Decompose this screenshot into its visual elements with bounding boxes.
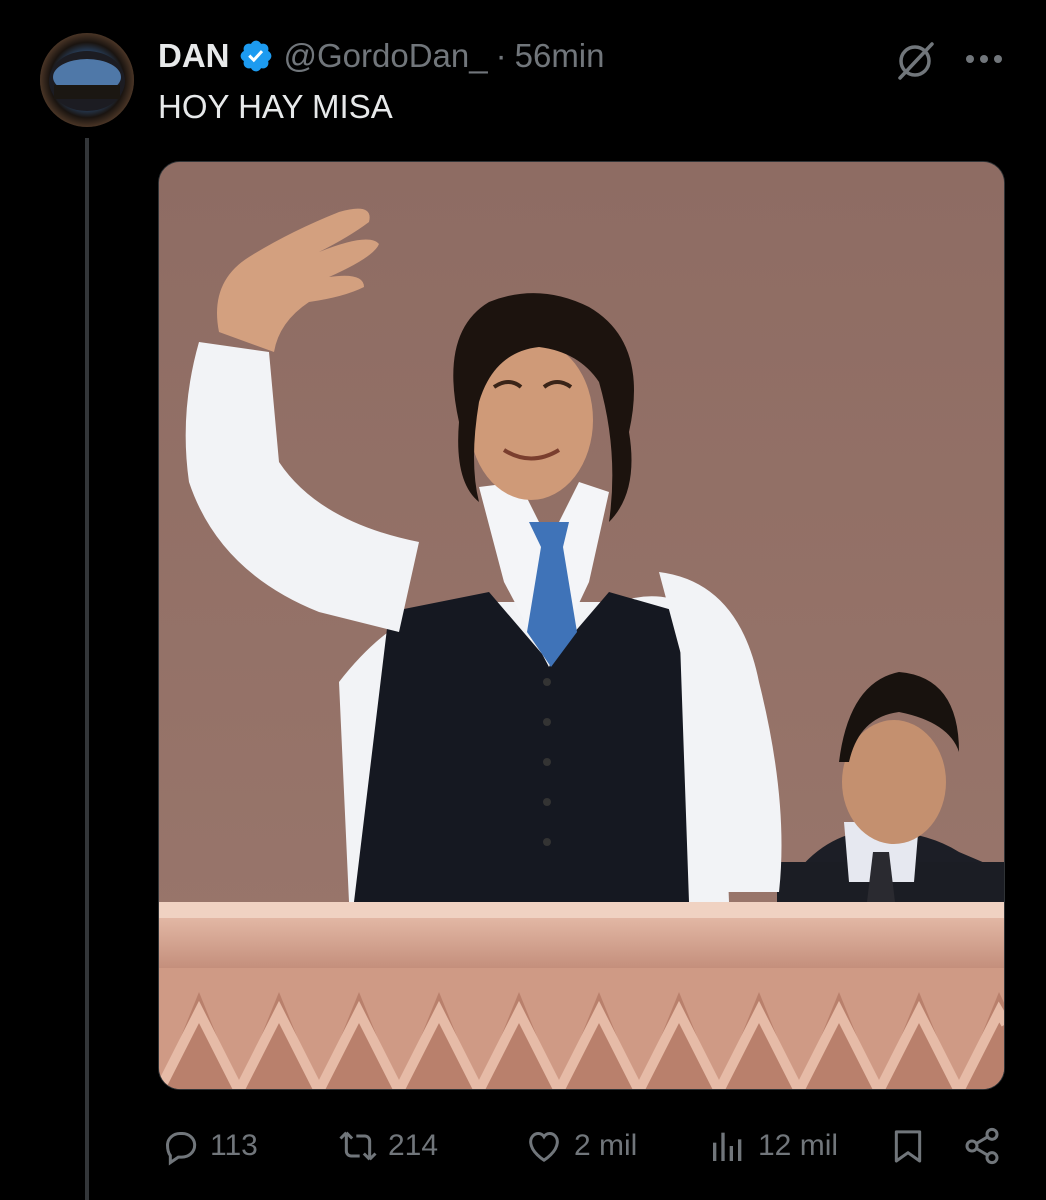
tweet[interactable]: DAN @GordoDan_ · 56min HOY HAY MISA 113 … [0, 0, 1046, 1200]
thread-line [85, 138, 89, 1200]
like-count: 2 mil [574, 1129, 638, 1162]
analytics-icon [713, 1132, 742, 1161]
repost-button[interactable]: 214 [338, 1118, 438, 1174]
repost-icon [339, 1131, 377, 1161]
tweet-header: DAN @GordoDan_ · 56min [158, 32, 605, 80]
bookmark-button[interactable] [888, 1118, 928, 1174]
heart-icon [529, 1131, 559, 1162]
handle[interactable]: @GordoDan_ [284, 37, 488, 75]
like-button[interactable]: 2 mil [524, 1118, 637, 1174]
view-count: 12 mil [758, 1129, 839, 1162]
separator: · [495, 37, 507, 74]
reply-icon [165, 1132, 197, 1166]
tweet-photo[interactable] [158, 161, 1005, 1090]
timestamp[interactable]: 56min [515, 37, 605, 75]
reply-count: 113 [210, 1129, 258, 1162]
tweet-text: HOY HAY MISA [158, 88, 393, 125]
share-button[interactable] [962, 1118, 1002, 1174]
views-button[interactable]: 12 mil [708, 1118, 838, 1174]
avatar[interactable] [40, 33, 134, 127]
action-bar: 113 214 2 mil 12 mil [0, 1118, 1046, 1174]
reply-button[interactable]: 113 [160, 1118, 258, 1174]
verified-badge-icon [240, 40, 271, 72]
display-name[interactable]: DAN [158, 37, 230, 75]
bookmark-icon [894, 1130, 922, 1163]
repost-count: 214 [388, 1129, 439, 1162]
share-icon [965, 1127, 999, 1165]
grok-icon[interactable] [892, 38, 938, 84]
more-icon[interactable] [964, 52, 1004, 66]
